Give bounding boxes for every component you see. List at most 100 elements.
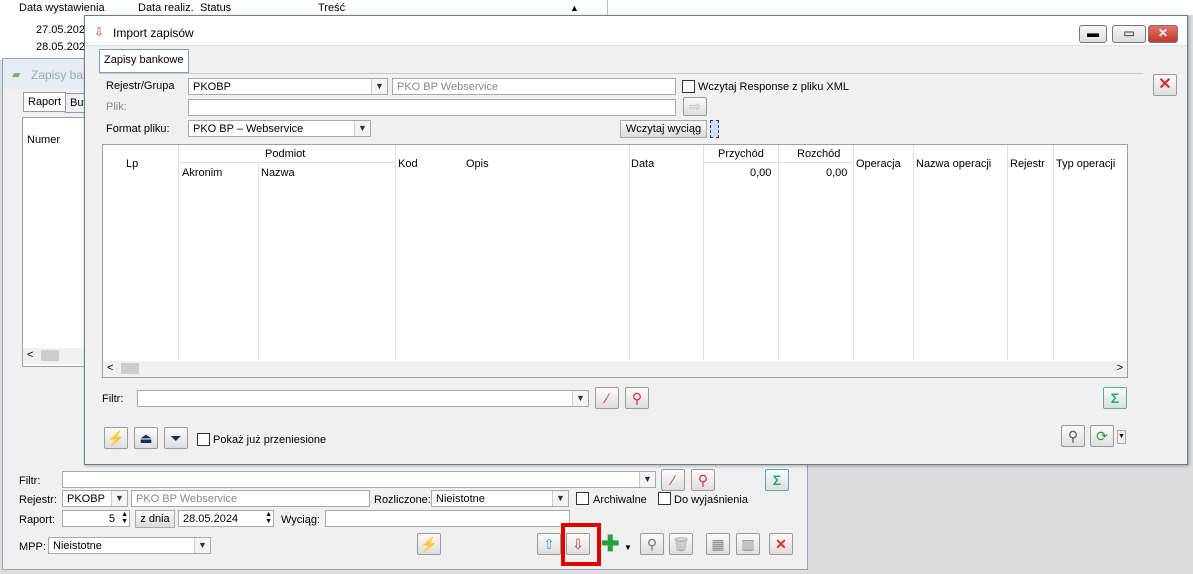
- col-header-nazwa[interactable]: Nazwa: [261, 167, 295, 179]
- close-icon[interactable]: ✕: [769, 533, 793, 555]
- export-bank-button[interactable]: ⇧: [537, 533, 561, 555]
- move-up-button[interactable]: ⏏: [134, 427, 158, 449]
- chevron-down-icon[interactable]: ▼: [1117, 430, 1126, 444]
- pokaz-przeniesione-checkbox[interactable]: [197, 433, 210, 446]
- col-header-lp[interactable]: Lp: [126, 158, 138, 170]
- table-row[interactable]: 28.05.2024: [36, 41, 91, 53]
- date-input[interactable]: 28.05.2024 ▲ ▼: [178, 510, 274, 527]
- magnifier-icon[interactable]: ⚲: [640, 533, 664, 555]
- lightning-button[interactable]: ⚡: [417, 533, 441, 555]
- rozliczone-select[interactable]: Nieistotne ▼: [431, 490, 569, 507]
- move-down-button[interactable]: ⏷: [164, 427, 188, 449]
- plik-label: Plik:: [106, 101, 127, 113]
- format-pliku-label: Format pliku:: [106, 123, 170, 135]
- filter-input[interactable]: ▼: [137, 390, 589, 407]
- rejestr-description: PKO BP Webservice: [131, 490, 370, 507]
- browse-file-button[interactable]: ⇨: [683, 97, 707, 116]
- tab-raport[interactable]: Raport: [23, 92, 67, 112]
- sum-button[interactable]: Σ: [1103, 387, 1127, 409]
- archiwalne-checkbox[interactable]: [576, 492, 589, 505]
- raport-label: Raport:: [19, 514, 56, 526]
- wczytaj-xml-checkbox[interactable]: [682, 80, 695, 93]
- col-header-numer[interactable]: Numer: [27, 134, 60, 146]
- lightning-upload-button[interactable]: ⚡: [104, 427, 128, 449]
- filter-label: Filtr:: [19, 475, 41, 487]
- print-menu-button[interactable]: ▥: [736, 533, 760, 555]
- scroll-thumb[interactable]: [121, 363, 139, 374]
- scroll-up-icon[interactable]: ▲: [570, 3, 579, 13]
- chevron-down-icon[interactable]: ▼: [354, 121, 370, 136]
- scroll-left-icon[interactable]: <: [107, 362, 113, 374]
- raport-list[interactable]: Numer <: [22, 117, 88, 367]
- window-close-button[interactable]: ✕: [1148, 25, 1178, 43]
- chevron-down-icon[interactable]: ▼: [111, 491, 127, 506]
- delete-button[interactable]: 🗑: [669, 533, 693, 555]
- filter-input[interactable]: ▼: [62, 471, 656, 488]
- format-pliku-select[interactable]: PKO BP – Webservice ▼: [188, 120, 371, 137]
- print-button[interactable]: ▦: [706, 533, 730, 555]
- horizontal-scrollbar[interactable]: <: [23, 348, 87, 364]
- stepper-icon[interactable]: ▲ ▼: [265, 511, 272, 525]
- wczytaj-wyciag-button[interactable]: Wczytaj wyciąg: [620, 120, 707, 138]
- clear-filter-button[interactable]: ⁄: [595, 387, 619, 409]
- rejestr-select[interactable]: PKOBP ▼: [62, 490, 128, 507]
- horizontal-scrollbar[interactable]: < >: [103, 361, 1127, 377]
- window-app-icon: ▰: [12, 69, 21, 81]
- col-header-status[interactable]: Status: [200, 2, 231, 14]
- col-header-tresc[interactable]: Treść: [318, 2, 345, 14]
- col-header-nazwa-operacji[interactable]: Nazwa operacji: [916, 158, 991, 170]
- chevron-down-icon[interactable]: ▼: [194, 538, 210, 553]
- chevron-down-icon[interactable]: ▼: [572, 391, 588, 406]
- col-header-przychod[interactable]: Przychód: [718, 148, 764, 160]
- rejestr-grupa-label: Rejestr/Grupa: [106, 80, 175, 92]
- chevron-down-icon[interactable]: ▼: [624, 543, 632, 552]
- rejestr-description: PKO BP Webservice: [392, 78, 676, 95]
- background-area: [608, 0, 1193, 15]
- col-header-rozchod[interactable]: Rozchód: [797, 148, 840, 160]
- close-icon[interactable]: ✕: [1153, 74, 1177, 96]
- import-grid[interactable]: Lp Podmiot Akronim Nazwa Kod Opis Data P…: [102, 144, 1128, 378]
- pokaz-przeniesione-label: Pokaż już przeniesione: [213, 434, 327, 446]
- wczytaj-menu-button[interactable]: [710, 120, 719, 138]
- col-header-podmiot[interactable]: Podmiot: [265, 148, 305, 160]
- scroll-left-icon[interactable]: <: [27, 349, 33, 361]
- col-header-data[interactable]: Data: [631, 158, 654, 170]
- col-header-data-wystawienia[interactable]: Data wystawienia: [19, 2, 105, 14]
- filter-tool-button[interactable]: ⚲: [625, 387, 649, 409]
- highlight-box: [561, 523, 601, 566]
- chevron-down-icon[interactable]: ▼: [639, 472, 655, 487]
- col-header-data-realiz[interactable]: Data realiz.: [138, 2, 194, 14]
- chevron-down-icon[interactable]: ▼: [552, 491, 568, 506]
- chevron-down-icon[interactable]: ▼: [371, 79, 387, 94]
- scroll-right-icon[interactable]: >: [1117, 362, 1123, 374]
- window-titlebar: ⇩ Import zapisów ▬ ▭ ✕: [85, 16, 1187, 46]
- raport-number-input[interactable]: 5 ▲ ▼: [62, 510, 130, 527]
- minimize-button[interactable]: ▬: [1079, 25, 1107, 43]
- sum-button[interactable]: Σ: [765, 469, 789, 491]
- wyciag-label: Wyciąg:: [281, 514, 321, 526]
- mpp-select[interactable]: Nieistotne ▼: [48, 537, 211, 554]
- tab-zapisy-bankowe[interactable]: Zapisy bankowe: [99, 49, 189, 73]
- rejestr-select[interactable]: PKOBP ▼: [188, 78, 388, 95]
- maximize-button[interactable]: ▭: [1112, 25, 1146, 43]
- scroll-thumb[interactable]: [41, 350, 59, 361]
- magnifier-icon[interactable]: ⚲: [1061, 425, 1085, 447]
- col-header-opis[interactable]: Opis: [466, 158, 489, 170]
- plik-input[interactable]: [188, 99, 676, 116]
- col-header-akronim[interactable]: Akronim: [182, 167, 222, 179]
- przychod-total: 0,00: [750, 167, 772, 179]
- refresh-button[interactable]: ⟳: [1090, 425, 1114, 447]
- do-wyjasnienia-checkbox[interactable]: [658, 492, 671, 505]
- col-header-rejestr[interactable]: Rejestr: [1010, 158, 1045, 170]
- col-header-typ-operacji[interactable]: Typ operacji: [1056, 158, 1115, 170]
- clear-filter-button[interactable]: ⁄: [661, 469, 685, 491]
- wyciag-input[interactable]: [325, 510, 570, 527]
- table-row[interactable]: 27.05.2024: [36, 24, 91, 36]
- add-button[interactable]: ✚: [601, 533, 619, 555]
- stepper-icon[interactable]: ▲ ▼: [121, 511, 128, 525]
- col-header-operacja[interactable]: Operacja: [856, 158, 901, 170]
- filter-tool-button[interactable]: ⚲: [691, 469, 715, 491]
- col-header-kod[interactable]: Kod: [398, 158, 418, 170]
- z-dnia-button[interactable]: z dnia: [135, 510, 175, 528]
- do-wyjasnienia-label: Do wyjaśnienia: [674, 494, 748, 506]
